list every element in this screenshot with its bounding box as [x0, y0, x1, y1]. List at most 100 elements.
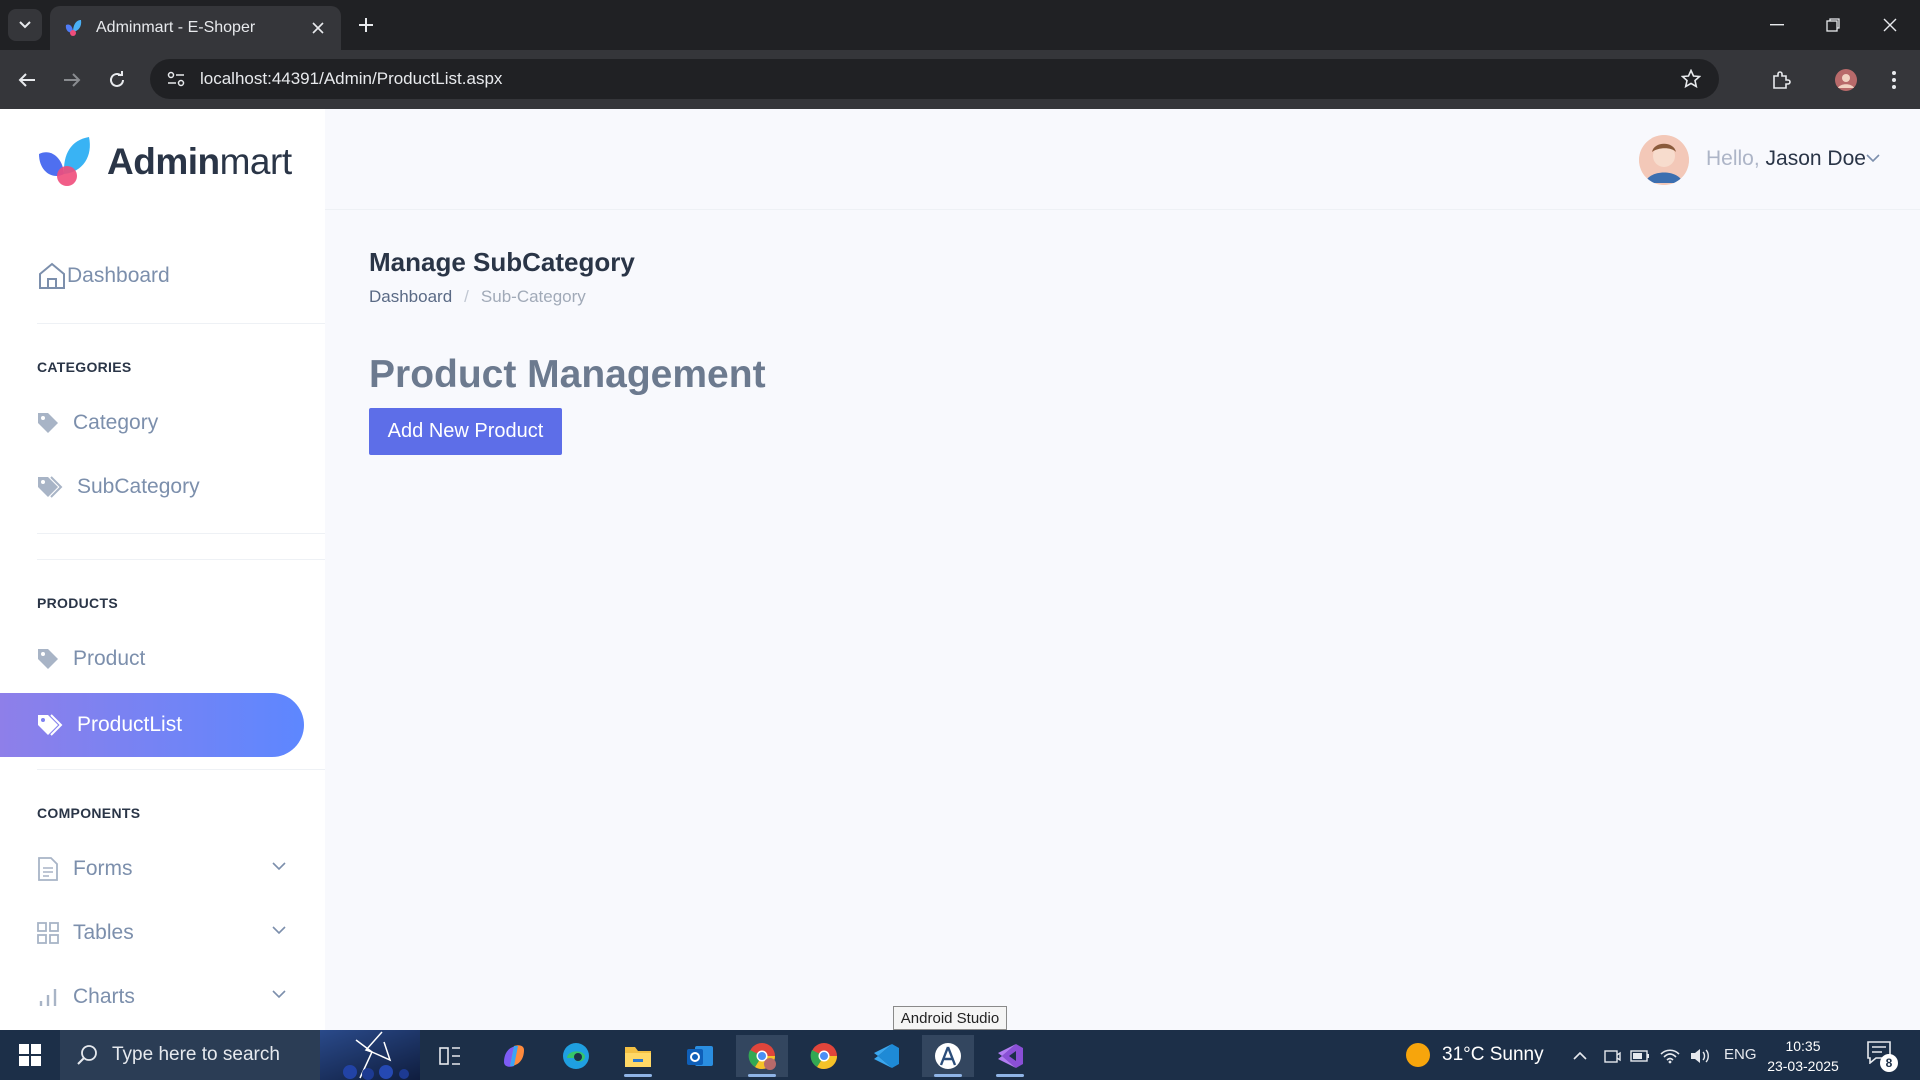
plus-icon [359, 18, 373, 32]
copilot-icon[interactable] [488, 1035, 540, 1077]
greeting-text: Hello, [1706, 147, 1760, 170]
notification-center-icon[interactable]: 8 [1866, 1040, 1898, 1072]
page-content: Adminmart Dashboard CATEGORIES Category … [0, 109, 1920, 1030]
battery-icon[interactable] [1628, 1044, 1652, 1068]
sidebar-item-charts[interactable]: Charts [37, 977, 297, 1017]
file-explorer-icon[interactable] [612, 1035, 664, 1077]
forward-arrow-icon[interactable] [56, 64, 88, 96]
page-title: Manage SubCategory [369, 247, 635, 277]
edge-browser-icon[interactable] [550, 1035, 602, 1077]
minimize-window-icon[interactable] [1757, 10, 1797, 40]
meet-now-icon[interactable] [1600, 1044, 1624, 1068]
adminmart-logo[interactable]: Adminmart [37, 136, 292, 188]
bar-chart-icon [39, 989, 57, 1006]
chevron-down-icon[interactable] [1865, 153, 1881, 163]
browser-tab-active[interactable]: Adminmart - E-Shoper [50, 6, 341, 50]
running-indicator [934, 1074, 962, 1077]
bookmark-star-icon[interactable] [1673, 61, 1709, 97]
tag-icon [38, 413, 58, 433]
volume-icon[interactable] [1688, 1044, 1712, 1068]
logo-icon [39, 137, 90, 186]
sidebar-item-label: Charts [73, 985, 135, 1008]
task-view-icon[interactable] [424, 1035, 476, 1077]
running-indicator [996, 1074, 1024, 1077]
url-text[interactable]: localhost:44391/Admin/ProductList.aspx [200, 69, 1673, 89]
outlook-icon[interactable] [674, 1035, 726, 1077]
site-info-icon[interactable] [156, 61, 196, 97]
user-menu[interactable]: Hello, Jason Doe [1706, 147, 1866, 171]
sidebar-item-productlist[interactable]: ProductList [0, 693, 304, 757]
sidebar-item-subcategory[interactable]: SubCategory [37, 467, 200, 507]
sidebar-item-label: Forms [73, 857, 133, 880]
sidebar-heading-categories: CATEGORIES [37, 359, 132, 375]
running-indicator [624, 1074, 652, 1077]
browser-menu-icon[interactable] [1878, 64, 1910, 96]
browser-toolbar: localhost:44391/Admin/ProductList.aspx [0, 50, 1920, 109]
home-icon [39, 262, 65, 289]
tags-icon [38, 714, 63, 736]
user-avatar[interactable] [1639, 135, 1689, 185]
breadcrumb-separator: / [464, 287, 469, 306]
close-window-icon[interactable] [1870, 10, 1910, 40]
sidebar-item-dashboard[interactable]: Dashboard [37, 261, 170, 291]
restore-window-icon[interactable] [1813, 10, 1853, 40]
sidebar-item-label: ProductList [77, 713, 183, 736]
taskbar-tooltip: Android Studio [893, 1006, 1007, 1030]
windows-taskbar: Type here to search 31°C Sunny ENG 10:35… [0, 1030, 1920, 1080]
taskbar-search-placeholder: Type here to search [112, 1044, 280, 1065]
reload-icon[interactable] [101, 64, 133, 96]
sidebar-heading-components: COMPONENTS [37, 805, 141, 821]
browser-tabstrip: Adminmart - E-Shoper [0, 0, 1920, 50]
wifi-icon[interactable] [1658, 1044, 1682, 1068]
sidebar-item-category[interactable]: Category [37, 403, 158, 443]
vscode-icon[interactable] [860, 1035, 912, 1077]
tab-search-button[interactable] [8, 9, 42, 41]
tab-title: Adminmart - E-Shoper [96, 19, 256, 36]
android-studio-icon[interactable] [922, 1035, 974, 1077]
chevron-down-icon [19, 21, 31, 29]
logo-text-regular: mart [219, 141, 293, 182]
sidebar-item-tables[interactable]: Tables [37, 913, 297, 953]
sidebar-item-product[interactable]: Product [37, 639, 145, 679]
profile-avatar-icon[interactable] [1830, 64, 1862, 96]
sidebar-item-forms[interactable]: Forms [37, 849, 297, 889]
sidebar-item-label: SubCategory [77, 475, 200, 498]
language-indicator[interactable]: ENG [1724, 1046, 1757, 1063]
sidebar-item-label: Category [73, 411, 159, 434]
back-arrow-icon[interactable] [11, 64, 43, 96]
sun-icon [1406, 1043, 1430, 1067]
search-icon [77, 1045, 97, 1065]
sidebar-item-label: Tables [73, 921, 134, 944]
chrome-profile-icon[interactable] [736, 1035, 788, 1077]
sidebar-divider [37, 323, 325, 324]
adminmart-favicon-icon [65, 20, 82, 36]
sidebar-item-label: Dashboard [67, 264, 170, 287]
chevron-down-icon [272, 862, 286, 871]
user-avatar-image [1639, 135, 1689, 185]
extensions-puzzle-icon[interactable] [1765, 64, 1797, 96]
logo-text-bold: Admin [107, 141, 220, 182]
taskbar-clock[interactable]: 10:35 23-03-2025 [1766, 1036, 1840, 1076]
chrome-icon[interactable] [798, 1035, 850, 1077]
add-new-product-button[interactable]: Add New Product [369, 408, 562, 455]
windows-start-icon[interactable] [0, 1030, 60, 1080]
breadcrumb: Dashboard / Sub-Category [369, 287, 586, 307]
clock-date: 23-03-2025 [1767, 1058, 1839, 1074]
breadcrumb-current: Sub-Category [480, 287, 586, 306]
sidebar: Adminmart Dashboard CATEGORIES Category … [0, 109, 325, 1030]
taskbar-weather[interactable]: 31°C Sunny [1404, 1030, 1544, 1080]
chevron-up-icon[interactable] [1568, 1044, 1592, 1068]
running-indicator [748, 1074, 776, 1077]
sidebar-divider [37, 533, 325, 534]
address-bar[interactable]: localhost:44391/Admin/ProductList.aspx [150, 59, 1719, 99]
tab-close-icon[interactable] [307, 17, 329, 39]
breadcrumb-link-dashboard[interactable]: Dashboard [369, 287, 452, 307]
new-tab-button[interactable] [352, 11, 380, 39]
chevron-down-icon [272, 990, 286, 999]
search-highlight-image[interactable] [320, 1030, 420, 1080]
tag-icon [38, 649, 58, 669]
weather-text: 31°C Sunny [1442, 1044, 1544, 1065]
visual-studio-icon[interactable] [984, 1035, 1036, 1077]
user-name: Jason Doe [1765, 147, 1866, 170]
grid-icon [37, 922, 59, 944]
